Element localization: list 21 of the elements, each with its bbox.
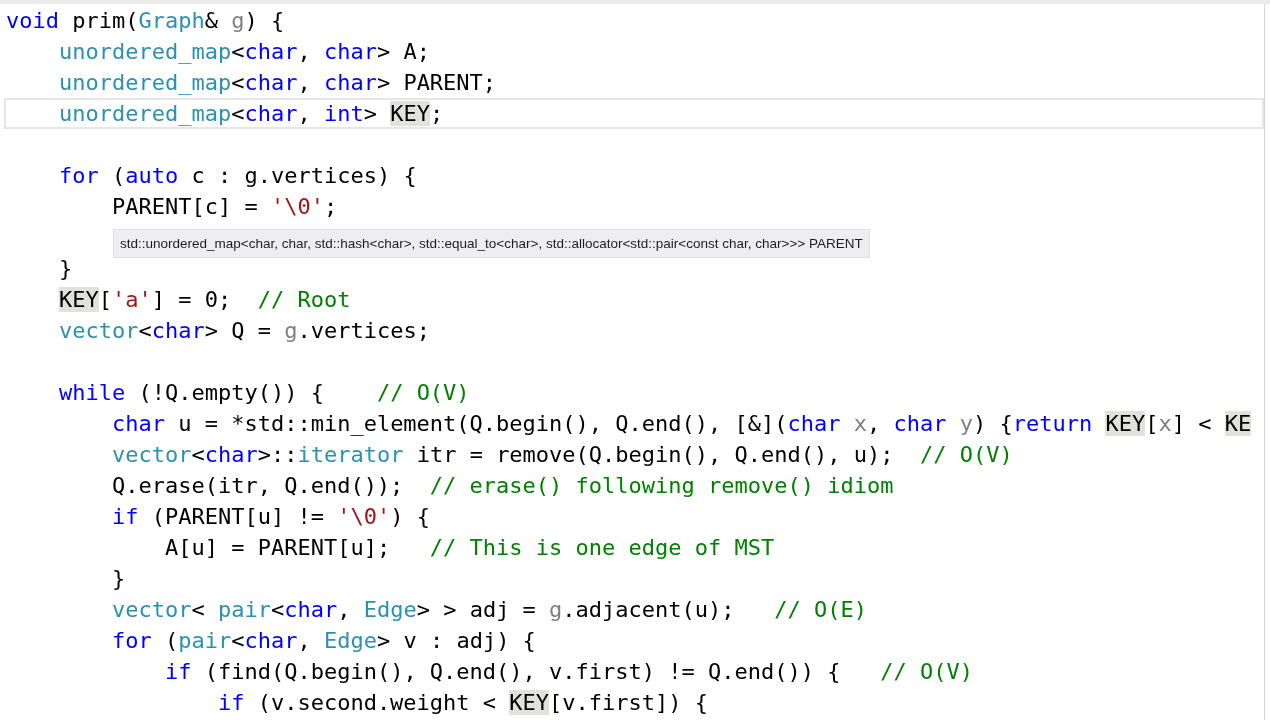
code-line: unordered_map<char, char> A; — [58, 38, 430, 65]
code-line: if (find(Q.begin(), Q.end(), v.first) != Q.end()) { // O(V) — [163, 658, 973, 685]
code-line: unordered_map<char, char> PARENT; — [58, 69, 497, 96]
code-line: while (!Q.empty()) { // O(V) — [58, 379, 470, 406]
code-line: for (auto c : g.vertices) { — [58, 162, 417, 189]
code-line: } — [110, 565, 126, 592]
code-line: PARENT[c] = '\0'; — [110, 193, 338, 220]
code-line: A[u] = PARENT[u]; // This is one edge of MST — [163, 534, 775, 561]
code-line: for (pair<char, Edge> v : adj) { — [110, 627, 536, 654]
code-line: vector< pair<char, Edge> > adj = g.adjacent(u); // O(E) — [110, 596, 867, 623]
code-line: } — [58, 255, 73, 282]
code-line: vector<char> Q = g.vertices; — [58, 317, 430, 344]
code-line: char u = *std::min_element(Q.begin(), Q.end(), [&](char x, char y) {return KEY[x] < KE — [110, 410, 1252, 437]
code-line: vector<char>::iterator itr = remove(Q.begin(), Q.end(), u); // O(V) — [110, 441, 1013, 468]
code-line: Q.erase(itr, Q.end()); // erase() following remove() idiom — [110, 472, 894, 499]
code-line: void prim(Graph& g) { — [6, 7, 285, 34]
tooltip: std::unordered_map<char, char, std::hash<char>, std::equal_to<char>, std::allocator<std::pair<const char, char>>> PARENT — [113, 229, 870, 258]
code-line: if (v.second.weight < KEY[v.first]) { — [216, 689, 709, 716]
code-line: if (PARENT[u] != '\0') { — [110, 503, 430, 530]
code-line: KEY['a'] = 0; // Root — [57, 286, 351, 313]
code-line: unordered_map<char, int> KEY; — [58, 100, 444, 127]
